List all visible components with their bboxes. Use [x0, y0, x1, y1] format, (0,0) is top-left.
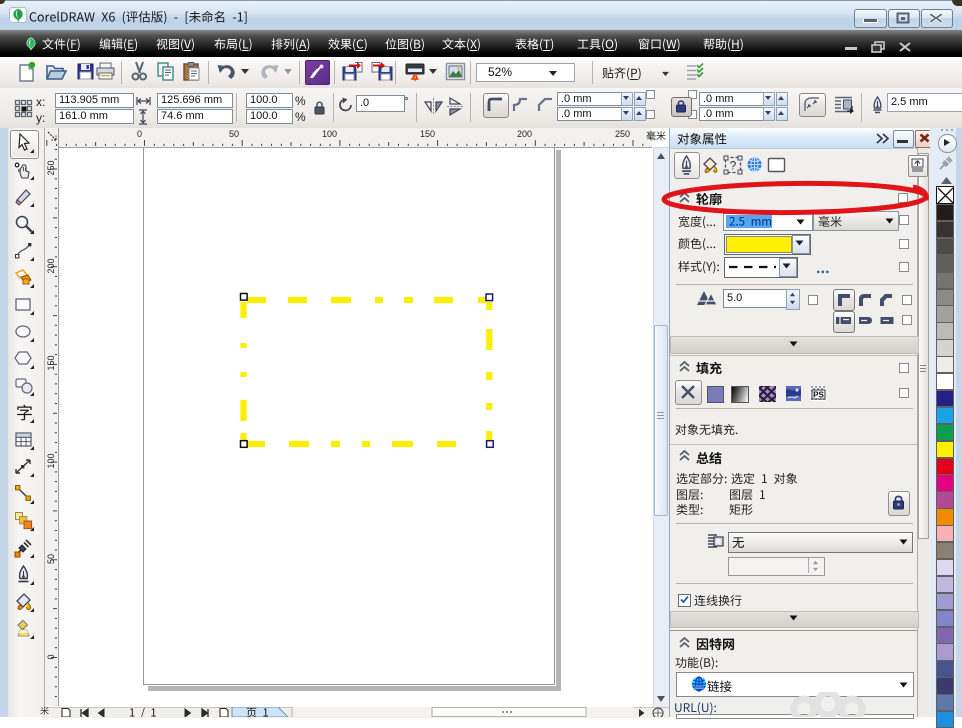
svg-text:PS: PS [813, 391, 824, 400]
